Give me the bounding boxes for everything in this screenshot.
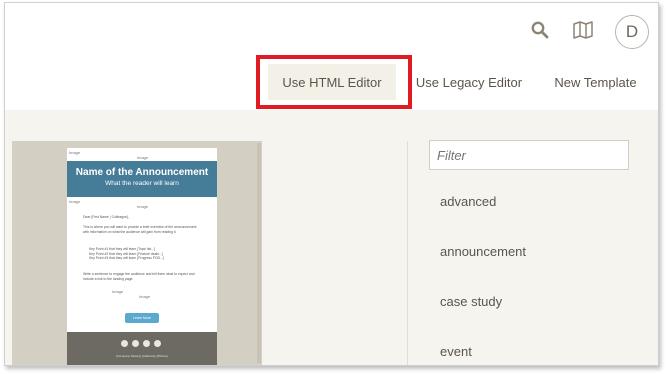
- banner-subtitle: What the reader will learn: [105, 180, 179, 187]
- email-bullets: Key Point #1 that they will learn [Topic…: [89, 247, 199, 261]
- share-icon: [143, 340, 150, 347]
- app-window: D Use HTML Editor Use Legacy Editor New …: [0, 0, 667, 374]
- category-event[interactable]: event: [440, 344, 472, 359]
- banner-title: Name of the Announcement: [75, 167, 209, 178]
- category-advanced[interactable]: advanced: [440, 194, 496, 209]
- avatar[interactable]: D: [615, 15, 649, 49]
- template-preview-card[interactable]: Image Image Name of the Announcement Wha…: [12, 141, 262, 366]
- email-intro: This is where you will want to provide a…: [83, 225, 197, 234]
- category-case-study[interactable]: case study: [440, 294, 502, 309]
- image-placeholder: Image: [69, 199, 81, 204]
- email-preview: Image Image Name of the Announcement Wha…: [67, 148, 217, 366]
- image-placeholder: Image: [69, 150, 81, 155]
- main-area: Image Image Name of the Announcement Wha…: [5, 110, 658, 366]
- image-placeholder: Image: [137, 204, 149, 209]
- image-placeholder: Image: [137, 155, 149, 160]
- category-announcement[interactable]: announcement: [440, 244, 526, 259]
- image-placeholder: Image: [112, 289, 124, 294]
- bullet-item: Key Point #3 that they will learn [Progr…: [89, 256, 164, 261]
- linkedin-icon: [132, 340, 139, 347]
- top-bar: D Use HTML Editor Use Legacy Editor New …: [5, 3, 658, 110]
- highlight-box: [256, 55, 412, 109]
- image-placeholder: Image: [139, 294, 151, 299]
- preview-scrollbar[interactable]: [257, 143, 261, 363]
- use-legacy-editor-button[interactable]: Use Legacy Editor: [412, 64, 526, 100]
- search-icon[interactable]: [528, 18, 552, 42]
- new-template-button[interactable]: New Template: [548, 64, 643, 100]
- email-greeting: Dear [First Name | Colleague],: [83, 215, 129, 219]
- email-banner: Name of the Announcement What the reader…: [67, 161, 217, 197]
- learn-more-button: Learn More: [125, 313, 159, 323]
- filter-input[interactable]: [429, 140, 629, 170]
- facebook-icon: [121, 340, 128, 347]
- email-closing: Write a sentence to engage the audience …: [83, 272, 195, 281]
- twitter-icon: [154, 340, 161, 347]
- divider: [407, 141, 408, 366]
- footer-text: [Company Name] | [Address] | [Phone]: [116, 354, 168, 358]
- map-icon[interactable]: [570, 18, 596, 42]
- email-footer: [Company Name] | [Address] | [Phone]: [67, 332, 217, 366]
